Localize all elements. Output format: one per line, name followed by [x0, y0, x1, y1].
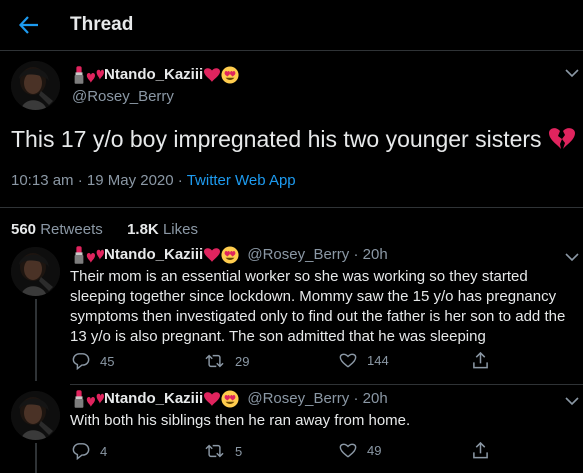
- red-heart-emoji: [203, 67, 221, 83]
- reply-line: 13 y/o is also pregnant. The son admitte…: [70, 328, 486, 345]
- reply-age[interactable]: · 20h: [353, 390, 387, 407]
- reply-line: Their mom is an essential worker so she …: [70, 268, 528, 285]
- retweet-icon: [204, 442, 225, 460]
- retweets-stat[interactable]: 560 Retweets: [11, 221, 103, 238]
- reply-author-name[interactable]: Ntando_Kaziii @Rosey_Berry · 20h: [72, 390, 388, 408]
- hearts-emoji: [86, 67, 104, 84]
- retweets-count: 560: [11, 221, 37, 238]
- likes-label: Likes: [162, 221, 198, 238]
- reply-handle[interactable]: @Rosey_Berry: [247, 246, 349, 263]
- avatar-image: [11, 61, 60, 110]
- hearts-emoji: [86, 247, 104, 264]
- thread-line: [35, 299, 37, 381]
- reply-text: Their mom is an essential worker so she …: [70, 267, 575, 347]
- tweet-meta: 10:13 am · 19 May 2020 · Twitter Web App: [11, 172, 296, 189]
- tweet-stats: 560 Retweets 1.8K Likes: [11, 221, 198, 238]
- reply-line: symptoms then investigated only to find …: [70, 308, 566, 325]
- chevron-down-icon[interactable]: [565, 396, 579, 406]
- thread-line: [35, 443, 37, 473]
- reply-divider: [70, 384, 583, 385]
- retweet-button[interactable]: 5: [204, 442, 242, 460]
- retweet-icon: [204, 352, 225, 370]
- red-heart-emoji: [203, 247, 221, 263]
- tweet-text-content: This 17 y/o boy impregnated his two youn…: [11, 126, 542, 152]
- lipstick-emoji: [72, 246, 86, 264]
- hearts-emoji: [86, 391, 104, 408]
- meta-separator-2: ·: [177, 172, 183, 189]
- author-display-name: Ntando_Kaziii: [104, 66, 204, 83]
- page-header: Thread: [0, 0, 583, 51]
- avatar-image: [11, 247, 60, 296]
- red-heart-emoji: [203, 391, 221, 407]
- reply-author-name[interactable]: Ntando_Kaziii @Rosey_Berry · 20h: [72, 246, 388, 264]
- share-button[interactable]: [472, 441, 489, 460]
- share-icon: [472, 441, 489, 460]
- reply-avatar[interactable]: [11, 391, 60, 440]
- back-arrow-icon[interactable]: [18, 14, 40, 36]
- retweet-count: 29: [235, 353, 250, 369]
- reply-button[interactable]: 45: [72, 352, 114, 370]
- avatar[interactable]: [11, 61, 60, 110]
- retweets-label: Retweets: [40, 221, 103, 238]
- chevron-down-icon[interactable]: [565, 68, 579, 78]
- like-count: 144: [367, 353, 389, 368]
- reply-handle[interactable]: @Rosey_Berry: [247, 390, 349, 407]
- broken-heart-emoji: [548, 126, 576, 150]
- lipstick-emoji: [72, 390, 86, 408]
- tweet-source[interactable]: Twitter Web App: [187, 172, 296, 189]
- share-button[interactable]: [472, 351, 489, 370]
- like-icon: [339, 352, 357, 369]
- tweet-date[interactable]: 19 May 2020: [87, 172, 174, 189]
- lipstick-emoji: [72, 66, 86, 84]
- divider: [0, 207, 583, 208]
- reply-age[interactable]: · 20h: [353, 246, 387, 263]
- reply-display-name: Ntando_Kaziii: [104, 390, 204, 407]
- tweet-text: This 17 y/o boy impregnated his two youn…: [11, 126, 576, 153]
- like-count: 49: [367, 443, 382, 458]
- reply-icon: [72, 442, 90, 460]
- avatar-image: [11, 391, 60, 440]
- reply-icon: [72, 352, 90, 370]
- chevron-down-icon[interactable]: [565, 252, 579, 262]
- author-name[interactable]: Ntando_Kaziii: [72, 66, 239, 84]
- reply-line: With both his siblings then he ran away …: [70, 412, 411, 429]
- reply-button[interactable]: 4: [72, 442, 107, 460]
- reply-avatar[interactable]: [11, 247, 60, 296]
- heart-eyes-emoji: [221, 66, 239, 84]
- reply-count: 4: [100, 443, 108, 459]
- tweet-time[interactable]: 10:13 am: [11, 172, 74, 189]
- like-button[interactable]: 144: [339, 352, 389, 369]
- reply-text: With both his siblings then he ran away …: [70, 411, 575, 431]
- retweet-count: 5: [235, 443, 243, 459]
- retweet-button[interactable]: 29: [204, 352, 249, 370]
- like-button[interactable]: 49: [339, 442, 381, 459]
- heart-eyes-emoji: [221, 390, 239, 408]
- like-icon: [339, 442, 357, 459]
- reply-display-name: Ntando_Kaziii: [104, 246, 204, 263]
- meta-separator: ·: [77, 172, 83, 189]
- share-icon: [472, 351, 489, 370]
- author-handle[interactable]: @Rosey_Berry: [72, 88, 174, 105]
- likes-stat[interactable]: 1.8K Likes: [127, 221, 198, 238]
- likes-count: 1.8K: [127, 221, 159, 238]
- reply-line: sleeping together since lockdown. Mommy …: [70, 288, 557, 305]
- page-title: Thread: [70, 14, 134, 35]
- heart-eyes-emoji: [221, 246, 239, 264]
- reply-count: 45: [100, 353, 115, 369]
